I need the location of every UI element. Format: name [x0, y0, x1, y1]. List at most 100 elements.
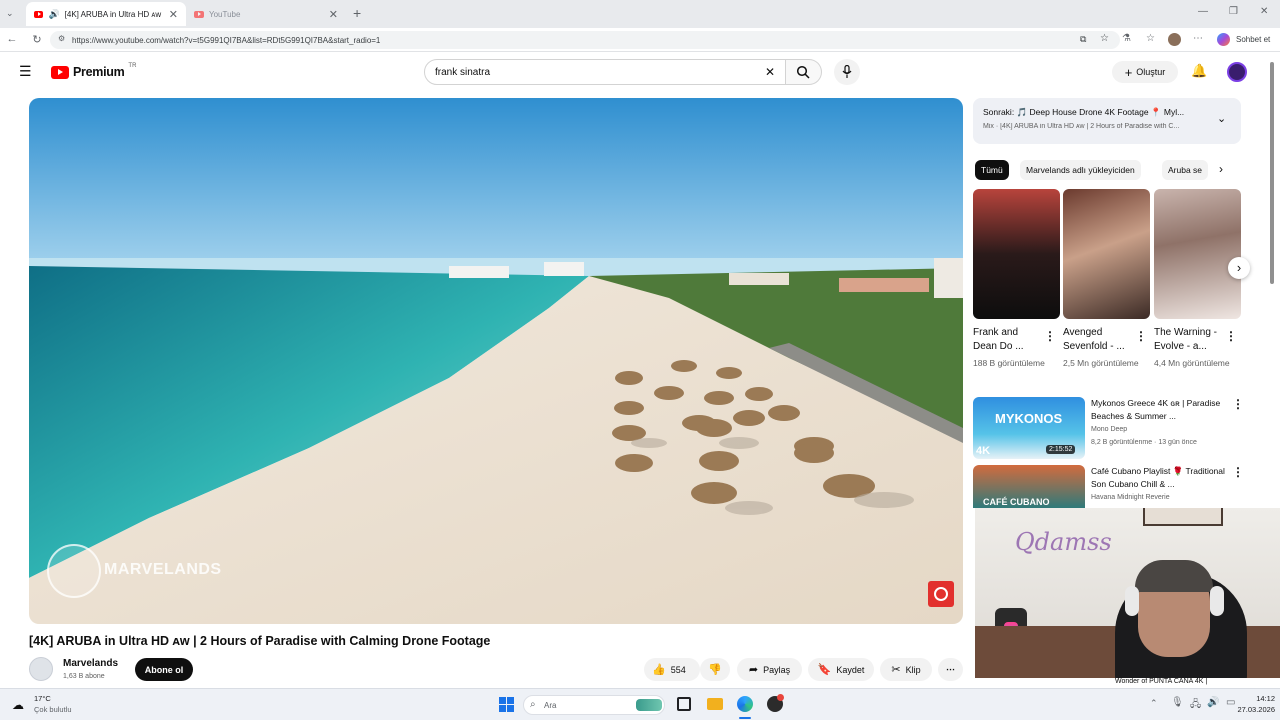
hamburger-menu-icon[interactable]: ☰: [19, 63, 32, 80]
card-thumbnail[interactable]: [1063, 189, 1150, 319]
close-tab-icon[interactable]: ✕: [329, 8, 338, 21]
create-button[interactable]: + Oluştur: [1112, 61, 1178, 83]
taskbar-search[interactable]: ⌕ Ara: [523, 695, 665, 715]
tab-youtube[interactable]: YouTube ✕: [186, 2, 346, 26]
list-item-thumbnail[interactable]: CAFÉ CUBANO: [973, 465, 1085, 508]
favorites-icon[interactable]: ☆: [1146, 33, 1155, 44]
thumb-overlay-text: CAFÉ CUBANO: [983, 497, 1050, 507]
task-view-icon[interactable]: [677, 697, 691, 711]
start-button[interactable]: [499, 697, 514, 712]
list-item-title[interactable]: Café Cubano Playlist 🌹 Traditional Son C…: [1091, 465, 1226, 491]
card-menu-icon[interactable]: ⋮: [1044, 329, 1056, 343]
like-button[interactable]: 👍 554: [644, 658, 700, 681]
account-avatar[interactable]: [1227, 62, 1247, 82]
hidden-icons-chevron-icon[interactable]: ⌃: [1150, 698, 1158, 709]
copilot-icon[interactable]: [1217, 33, 1230, 46]
extensions-icon[interactable]: ⚗: [1122, 33, 1131, 44]
profile-avatar[interactable]: [1168, 33, 1181, 46]
list-item-channel[interactable]: Havana Midnight Reverie: [1091, 494, 1170, 501]
voice-search-button[interactable]: [834, 59, 860, 85]
region-code: TR: [128, 63, 137, 69]
volume-icon[interactable]: 🔊: [1207, 697, 1219, 708]
list-item-title[interactable]: Mykonos Greece 4K ɢʀ | Paradise Beaches …: [1091, 397, 1226, 423]
clock-date[interactable]: 27.03.2026: [1230, 705, 1275, 714]
chip-aruba[interactable]: Aruba se: [1162, 160, 1208, 180]
notifications-bell-icon[interactable]: 🔔: [1191, 63, 1207, 79]
chevron-down-icon[interactable]: ⌄: [1217, 112, 1226, 125]
url-text: https://www.youtube.com/watch?v=t5G991QI…: [72, 35, 381, 45]
new-tab-icon[interactable]: +: [353, 5, 361, 21]
search-button[interactable]: [786, 59, 822, 85]
list-item-thumbnail[interactable]: MYKONOS 4K 2:15:52: [973, 397, 1085, 459]
channel-branding-icon[interactable]: [928, 581, 954, 607]
page-scrollbar[interactable]: [1270, 62, 1274, 284]
chips-next-chevron-icon[interactable]: ›: [1219, 162, 1223, 176]
subscribe-button[interactable]: Abone ol: [135, 658, 193, 681]
windows-taskbar: ☁ 17°C Çok bulutlu ⌕ Ara ⌃ 🎙 🖧 🔊 ▭ 14:12…: [0, 688, 1280, 720]
search-input[interactable]: frank sinatra ✕: [424, 59, 786, 85]
back-icon[interactable]: ←: [5, 33, 19, 45]
webcam-overlay: Qdamss Wonder of PUNTA CANA 4K |: [975, 508, 1280, 686]
card-views: 4,4 Mn görüntüleme: [1154, 358, 1230, 368]
up-next-title: Sonraki: 🎵 Deep House Drone 4K Footage 📍…: [983, 107, 1185, 117]
save-button[interactable]: 🔖 Kaydet: [808, 658, 874, 681]
list-item-meta: 8,2 B görüntülenme · 13 gün önce: [1091, 439, 1197, 446]
favorite-star-icon[interactable]: ☆: [1100, 33, 1109, 44]
tab-aruba[interactable]: 🔊 [4K] ARUBA in Ultra HD ᴀᴡ | 2 ✕: [26, 2, 186, 26]
video-player[interactable]: MARVELANDS: [29, 98, 963, 624]
weather-temperature[interactable]: 17°C: [34, 694, 51, 703]
clear-search-icon[interactable]: ✕: [765, 65, 775, 79]
address-field[interactable]: ⚙ https://www.youtube.com/watch?v=t5G991…: [50, 31, 1120, 49]
card-thumbnail[interactable]: [1154, 189, 1241, 319]
microphone-tray-icon[interactable]: 🎙: [1171, 697, 1184, 708]
chip-all[interactable]: Tümü: [975, 160, 1009, 180]
duration-badge: 2:15:52: [1046, 445, 1076, 454]
list-item-menu-icon[interactable]: ⋮: [1232, 465, 1244, 479]
shelf-next-chevron-icon[interactable]: ›: [1228, 257, 1250, 279]
dislike-button[interactable]: 👎: [700, 658, 730, 681]
tab-title: [4K] ARUBA in Ultra HD ᴀᴡ | 2: [64, 9, 164, 19]
close-window-icon[interactable]: ✕: [1260, 6, 1268, 17]
app-available-icon[interactable]: ⧉: [1080, 34, 1086, 45]
search-value: frank sinatra: [435, 66, 491, 78]
video-watermark: MARVELANDS: [104, 561, 222, 578]
copilot-label[interactable]: Sohbet et: [1236, 35, 1270, 44]
edge-browser-icon[interactable]: [737, 696, 753, 712]
thumbs-up-icon: 👍: [652, 664, 666, 676]
card-title: Avenged Sevenfold - ...: [1063, 327, 1125, 352]
share-arrow-icon: ➦: [748, 664, 759, 676]
maximize-icon[interactable]: ❐: [1229, 6, 1238, 17]
clock-time[interactable]: 14:12: [1245, 694, 1275, 703]
file-explorer-icon[interactable]: [707, 698, 723, 710]
bookmark-icon: 🔖: [817, 664, 832, 676]
card-menu-icon[interactable]: ⋮: [1225, 329, 1237, 343]
search-icon: ⌕: [530, 699, 536, 710]
reload-icon[interactable]: ↻: [30, 33, 44, 46]
tab-list-chevron-icon[interactable]: ⌄: [6, 8, 14, 19]
clip-button[interactable]: ✂ Klip: [880, 658, 932, 681]
close-tab-icon[interactable]: ✕: [169, 8, 178, 21]
list-item-menu-icon[interactable]: ⋮: [1232, 397, 1244, 411]
channel-avatar[interactable]: [29, 657, 53, 681]
youtube-logo[interactable]: Premium TR: [51, 63, 137, 79]
more-actions-button[interactable]: ⋯: [938, 658, 963, 681]
channel-name[interactable]: Marvelands: [63, 658, 118, 669]
minimize-icon[interactable]: —: [1198, 6, 1208, 17]
more-horizontal-icon: ⋯: [946, 664, 955, 674]
weather-condition[interactable]: Çok bulutlu: [34, 705, 72, 714]
site-info-icon[interactable]: ⚙: [58, 34, 65, 43]
headphones: [1125, 586, 1139, 616]
address-bar-row: ← ↻ ⚙ https://www.youtube.com/watch?v=t5…: [0, 28, 1280, 52]
chip-from-uploader[interactable]: Marvelands adlı yükleyiciden: [1020, 160, 1141, 180]
youtube-favicon-icon: [194, 10, 204, 18]
card-thumbnail[interactable]: [973, 189, 1060, 319]
obs-icon[interactable]: [767, 694, 784, 712]
card-menu-icon[interactable]: ⋮: [1135, 329, 1147, 343]
thumbs-down-icon: 👎: [708, 664, 722, 676]
list-item-channel[interactable]: Mono Deep: [1091, 426, 1127, 433]
network-icon[interactable]: 🖧: [1190, 697, 1201, 714]
headphones: [1210, 586, 1224, 616]
share-button[interactable]: ➦ Paylaş: [737, 658, 802, 681]
more-menu-icon[interactable]: ⋯: [1193, 33, 1203, 44]
up-next-panel[interactable]: Sonraki: 🎵 Deep House Drone 4K Footage 📍…: [973, 98, 1241, 144]
